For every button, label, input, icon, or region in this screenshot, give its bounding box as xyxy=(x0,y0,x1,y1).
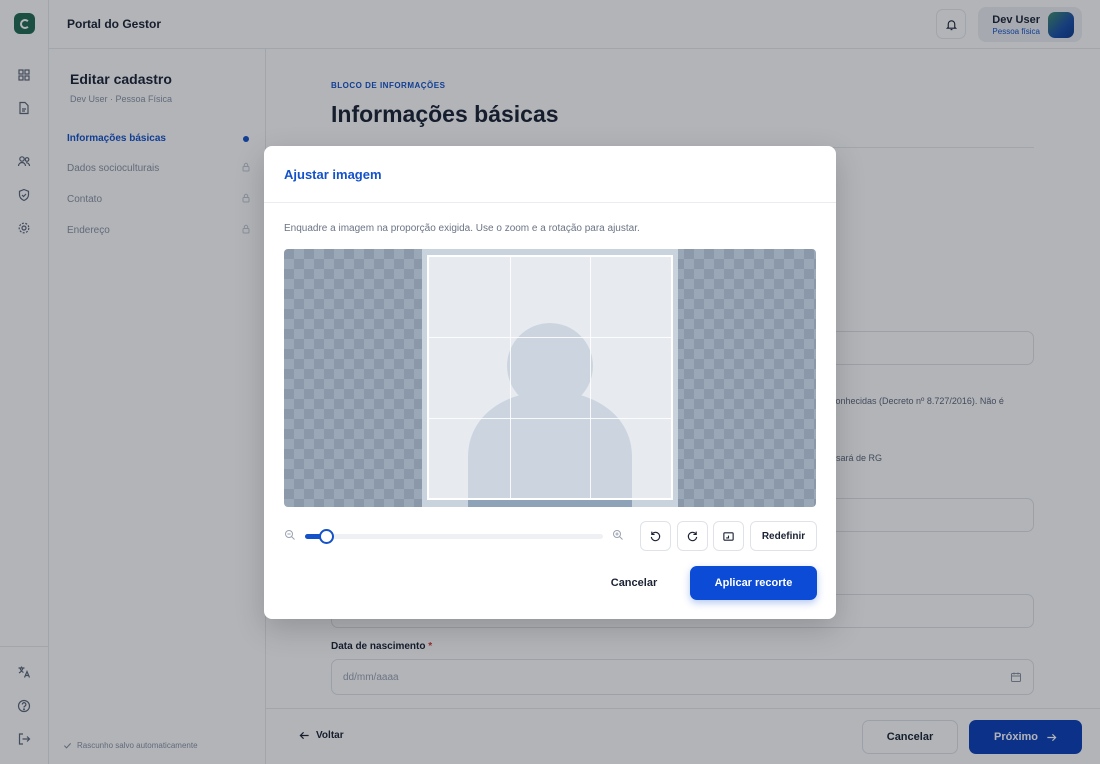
crop-controls: Redefinir xyxy=(284,520,817,552)
modal-title: Ajustar imagem xyxy=(284,167,382,182)
reset-button[interactable]: Redefinir xyxy=(750,521,817,551)
zoom-slider[interactable] xyxy=(305,529,603,544)
modal-description: Enquadre a imagem na proporção exigida. … xyxy=(284,223,640,234)
zoom-out-icon[interactable] xyxy=(284,529,296,541)
crop-image-modal: Ajustar imagem Enquadre a imagem na prop… xyxy=(264,146,836,619)
zoom-in-icon[interactable] xyxy=(612,529,624,541)
crop-frame[interactable] xyxy=(427,255,673,500)
apply-crop-button[interactable]: Aplicar recorte xyxy=(690,566,817,600)
fit-image-button[interactable] xyxy=(713,521,744,551)
rotate-right-icon xyxy=(687,531,698,541)
crop-area[interactable] xyxy=(284,249,816,507)
modal-divider xyxy=(264,202,836,203)
rotate-left-button[interactable] xyxy=(640,521,671,551)
fit-frame-icon xyxy=(723,531,734,541)
rotate-left-icon xyxy=(650,531,661,541)
rotate-right-button[interactable] xyxy=(677,521,708,551)
zoom-slider-thumb[interactable] xyxy=(319,529,334,544)
modal-cancel-button[interactable]: Cancelar xyxy=(596,566,672,600)
